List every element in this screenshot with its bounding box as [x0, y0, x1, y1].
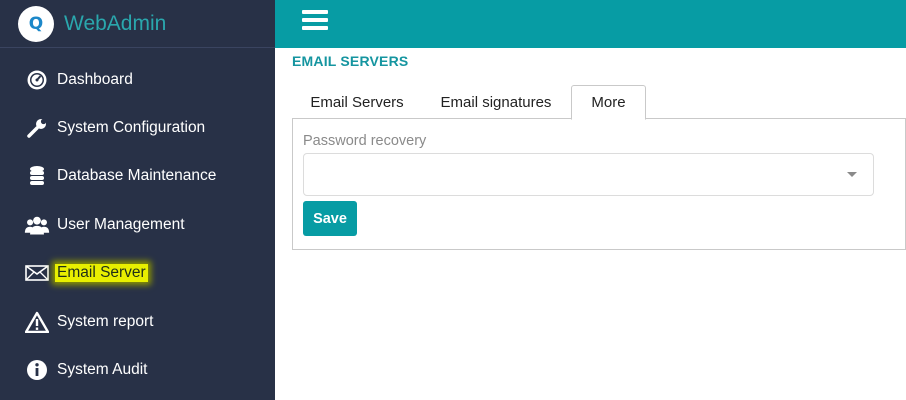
users-icon [24, 212, 50, 238]
database-icon [24, 163, 50, 189]
sidebar-item-label: Dashboard [57, 71, 133, 88]
password-recovery-label: Password recovery [303, 133, 427, 149]
hamburger-menu-icon[interactable] [302, 10, 328, 32]
sidebar-item-label: System report [57, 313, 154, 330]
sidebar: Q WebAdmin Dashboard System Configuratio… [0, 0, 275, 400]
top-bar [275, 0, 906, 48]
sidebar-item-label: Database Maintenance [57, 167, 217, 184]
sidebar-item-database-maintenance[interactable]: Database Maintenance [0, 156, 275, 196]
sidebar-item-user-management[interactable]: User Management [0, 205, 275, 245]
tab-email-signatures[interactable]: Email signatures [428, 85, 564, 119]
sidebar-item-email-server[interactable]: Email Server [0, 253, 275, 293]
password-recovery-select[interactable] [303, 153, 874, 196]
tab-panel-more: Password recovery Save [292, 119, 906, 250]
sidebar-item-system-report[interactable]: System report [0, 302, 275, 342]
warning-triangle-icon [24, 309, 50, 335]
sidebar-item-label: System Configuration [57, 119, 206, 136]
tab-more[interactable]: More [571, 85, 646, 120]
chevron-down-icon [847, 172, 857, 177]
tab-bar: Email Servers Email signatures More [292, 85, 906, 120]
tab-email-servers[interactable]: Email Servers [296, 85, 418, 119]
page-title: EMAIL SERVERS [292, 53, 409, 69]
sidebar-item-system-audit[interactable]: System Audit [0, 350, 275, 390]
envelope-icon [24, 260, 50, 286]
sidebar-item-label: User Management [57, 216, 185, 233]
app-logo-icon: Q [18, 5, 54, 42]
info-circle-icon [24, 357, 50, 383]
wrench-icon [24, 115, 50, 141]
sidebar-item-dashboard[interactable]: Dashboard [0, 60, 275, 100]
sidebar-item-system-configuration[interactable]: System Configuration [0, 108, 275, 148]
save-button[interactable]: Save [303, 201, 357, 236]
brand[interactable]: Q WebAdmin [0, 0, 275, 48]
logo-letter: Q [28, 13, 44, 34]
sidebar-item-label: System Audit [57, 361, 148, 378]
app-title: WebAdmin [64, 11, 167, 35]
sidebar-item-label: Email Server [55, 264, 148, 282]
dashboard-gauge-icon [24, 67, 50, 93]
